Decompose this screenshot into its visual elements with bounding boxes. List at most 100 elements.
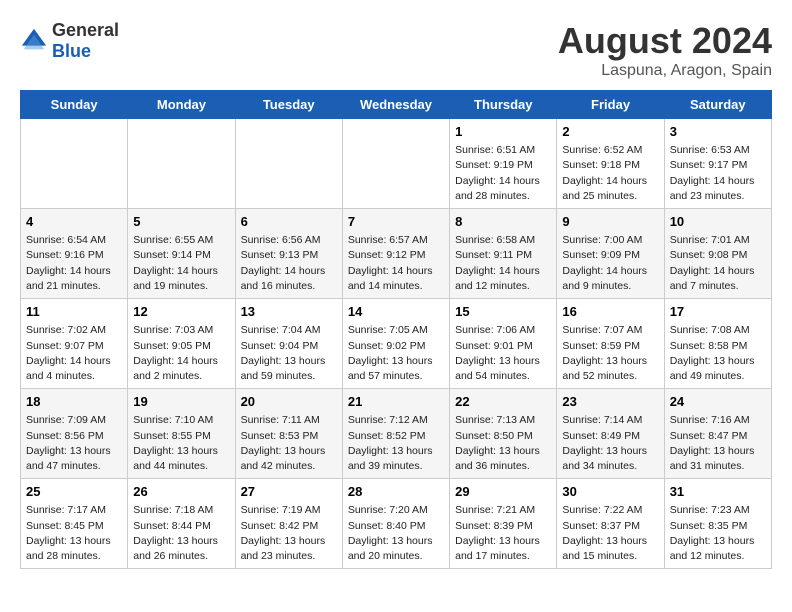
calendar-cell: 17Sunrise: 7:08 AM Sunset: 8:58 PM Dayli…: [664, 299, 771, 389]
calendar-week-row: 18 Sunrise: 7:09 AM Sunset: 8:56 PM Dayli…: [21, 389, 772, 479]
day-info: Sunrise: 7:07 AM Sunset: 8:59 PM Dayligh…: [562, 323, 658, 384]
day-number: 1: [455, 123, 551, 141]
day-number: 24: [670, 393, 766, 411]
calendar-cell: 28 Sunrise: 7:20 AM Sunset: 8:40 PM Dayli…: [342, 479, 449, 569]
weekday-header-row: SundayMondayTuesdayWednesdayThursdayFrid…: [21, 91, 772, 119]
day-number: 16: [562, 303, 658, 321]
day-info: Sunrise: 7:12 AM Sunset: 8:52 PM Dayligh…: [348, 413, 444, 474]
day-info: Sunrise: 6:52 AM Sunset: 9:18 PM Dayligh…: [562, 143, 658, 204]
day-info: Sunrise: 7:18 AM Sunset: 8:44 PM Dayligh…: [133, 503, 229, 564]
logo-blue: Blue: [52, 41, 91, 61]
day-info: Sunrise: 7:08 AM Sunset: 8:58 PM Dayligh…: [670, 323, 766, 384]
day-info: Sunrise: 7:11 AM Sunset: 8:53 PM Dayligh…: [241, 413, 337, 474]
calendar-cell: 4Sunrise: 6:54 AM Sunset: 9:16 PM Daylig…: [21, 209, 128, 299]
weekday-header: Saturday: [664, 91, 771, 119]
calendar-cell: 31Sunrise: 7:23 AM Sunset: 8:35 PM Dayli…: [664, 479, 771, 569]
weekday-header: Thursday: [450, 91, 557, 119]
day-info: Sunrise: 7:23 AM Sunset: 8:35 PM Dayligh…: [670, 503, 766, 564]
calendar-cell: 22Sunrise: 7:13 AM Sunset: 8:50 PM Dayli…: [450, 389, 557, 479]
weekday-header: Tuesday: [235, 91, 342, 119]
day-info: Sunrise: 7:14 AM Sunset: 8:49 PM Dayligh…: [562, 413, 658, 474]
day-info: Sunrise: 6:53 AM Sunset: 9:17 PM Dayligh…: [670, 143, 766, 204]
day-info: Sunrise: 7:13 AM Sunset: 8:50 PM Dayligh…: [455, 413, 551, 474]
day-info: Sunrise: 6:57 AM Sunset: 9:12 PM Dayligh…: [348, 233, 444, 294]
day-info: Sunrise: 7:22 AM Sunset: 8:37 PM Dayligh…: [562, 503, 658, 564]
day-info: Sunrise: 7:20 AM Sunset: 8:40 PM Dayligh…: [348, 503, 444, 564]
calendar-cell: 14 Sunrise: 7:05 AM Sunset: 9:02 PM Dayli…: [342, 299, 449, 389]
day-info: Sunrise: 7:17 AM Sunset: 8:45 PM Dayligh…: [26, 503, 122, 564]
day-number: 10: [670, 213, 766, 231]
day-info: Sunrise: 6:58 AM Sunset: 9:11 PM Dayligh…: [455, 233, 551, 294]
day-number: 5: [133, 213, 229, 231]
calendar-cell: [21, 119, 128, 209]
day-number: 19: [133, 393, 229, 411]
calendar-cell: 18 Sunrise: 7:09 AM Sunset: 8:56 PM Dayli…: [21, 389, 128, 479]
calendar-table: SundayMondayTuesdayWednesdayThursdayFrid…: [20, 90, 772, 569]
title-area: August 2024 Laspuna, Aragon, Spain: [558, 20, 772, 80]
day-number: 9: [562, 213, 658, 231]
day-number: 26: [133, 483, 229, 501]
day-number: 11: [26, 303, 122, 321]
weekday-header: Monday: [128, 91, 235, 119]
day-info: Sunrise: 7:01 AM Sunset: 9:08 PM Dayligh…: [670, 233, 766, 294]
page-header: General Blue August 2024 Laspuna, Aragon…: [20, 20, 772, 80]
day-number: 25: [26, 483, 122, 501]
weekday-header: Sunday: [21, 91, 128, 119]
calendar-cell: 27 Sunrise: 7:19 AM Sunset: 8:42 PM Dayli…: [235, 479, 342, 569]
day-info: Sunrise: 7:16 AM Sunset: 8:47 PM Dayligh…: [670, 413, 766, 474]
calendar-cell: 15Sunrise: 7:06 AM Sunset: 9:01 PM Dayli…: [450, 299, 557, 389]
calendar-week-row: 11Sunrise: 7:02 AM Sunset: 9:07 PM Dayli…: [21, 299, 772, 389]
calendar-cell: 5 Sunrise: 6:55 AM Sunset: 9:14 PM Daylig…: [128, 209, 235, 299]
calendar-cell: 13 Sunrise: 7:04 AM Sunset: 9:04 PM Dayli…: [235, 299, 342, 389]
day-number: 23: [562, 393, 658, 411]
day-number: 2: [562, 123, 658, 141]
calendar-cell: [342, 119, 449, 209]
calendar-cell: 11Sunrise: 7:02 AM Sunset: 9:07 PM Dayli…: [21, 299, 128, 389]
calendar-cell: 2 Sunrise: 6:52 AM Sunset: 9:18 PM Daylig…: [557, 119, 664, 209]
calendar-cell: 10 Sunrise: 7:01 AM Sunset: 9:08 PM Dayli…: [664, 209, 771, 299]
day-info: Sunrise: 6:55 AM Sunset: 9:14 PM Dayligh…: [133, 233, 229, 294]
day-number: 13: [241, 303, 337, 321]
calendar-cell: 26 Sunrise: 7:18 AM Sunset: 8:44 PM Dayli…: [128, 479, 235, 569]
calendar-cell: 12Sunrise: 7:03 AM Sunset: 9:05 PM Dayli…: [128, 299, 235, 389]
day-info: Sunrise: 7:05 AM Sunset: 9:02 PM Dayligh…: [348, 323, 444, 384]
day-info: Sunrise: 7:09 AM Sunset: 8:56 PM Dayligh…: [26, 413, 122, 474]
weekday-header: Wednesday: [342, 91, 449, 119]
day-number: 30: [562, 483, 658, 501]
logo-general: General: [52, 20, 119, 40]
calendar-week-row: 25 Sunrise: 7:17 AM Sunset: 8:45 PM Dayli…: [21, 479, 772, 569]
day-number: 28: [348, 483, 444, 501]
location: Laspuna, Aragon, Spain: [558, 62, 772, 80]
logo-text: General Blue: [52, 20, 119, 62]
calendar-cell: 24 Sunrise: 7:16 AM Sunset: 8:47 PM Dayli…: [664, 389, 771, 479]
calendar-cell: 29 Sunrise: 7:21 AM Sunset: 8:39 PM Dayli…: [450, 479, 557, 569]
day-number: 18: [26, 393, 122, 411]
day-number: 27: [241, 483, 337, 501]
day-info: Sunrise: 7:19 AM Sunset: 8:42 PM Dayligh…: [241, 503, 337, 564]
weekday-header: Friday: [557, 91, 664, 119]
month-year: August 2024: [558, 20, 772, 62]
day-number: 20: [241, 393, 337, 411]
calendar-cell: 19Sunrise: 7:10 AM Sunset: 8:55 PM Dayli…: [128, 389, 235, 479]
day-info: Sunrise: 7:04 AM Sunset: 9:04 PM Dayligh…: [241, 323, 337, 384]
day-info: Sunrise: 7:21 AM Sunset: 8:39 PM Dayligh…: [455, 503, 551, 564]
day-info: Sunrise: 7:06 AM Sunset: 9:01 PM Dayligh…: [455, 323, 551, 384]
day-number: 21: [348, 393, 444, 411]
calendar-cell: 21 Sunrise: 7:12 AM Sunset: 8:52 PM Dayli…: [342, 389, 449, 479]
day-number: 8: [455, 213, 551, 231]
calendar-cell: 25 Sunrise: 7:17 AM Sunset: 8:45 PM Dayli…: [21, 479, 128, 569]
logo: General Blue: [20, 20, 119, 62]
calendar-cell: 30 Sunrise: 7:22 AM Sunset: 8:37 PM Dayli…: [557, 479, 664, 569]
day-number: 29: [455, 483, 551, 501]
day-info: Sunrise: 7:03 AM Sunset: 9:05 PM Dayligh…: [133, 323, 229, 384]
calendar-cell: 20 Sunrise: 7:11 AM Sunset: 8:53 PM Dayli…: [235, 389, 342, 479]
calendar-cell: 9Sunrise: 7:00 AM Sunset: 9:09 PM Daylig…: [557, 209, 664, 299]
calendar-week-row: 1Sunrise: 6:51 AM Sunset: 9:19 PM Daylig…: [21, 119, 772, 209]
day-number: 3: [670, 123, 766, 141]
calendar-cell: 1Sunrise: 6:51 AM Sunset: 9:19 PM Daylig…: [450, 119, 557, 209]
logo-icon: [20, 27, 48, 55]
day-number: 7: [348, 213, 444, 231]
calendar-week-row: 4Sunrise: 6:54 AM Sunset: 9:16 PM Daylig…: [21, 209, 772, 299]
calendar-cell: 16 Sunrise: 7:07 AM Sunset: 8:59 PM Dayli…: [557, 299, 664, 389]
day-number: 14: [348, 303, 444, 321]
